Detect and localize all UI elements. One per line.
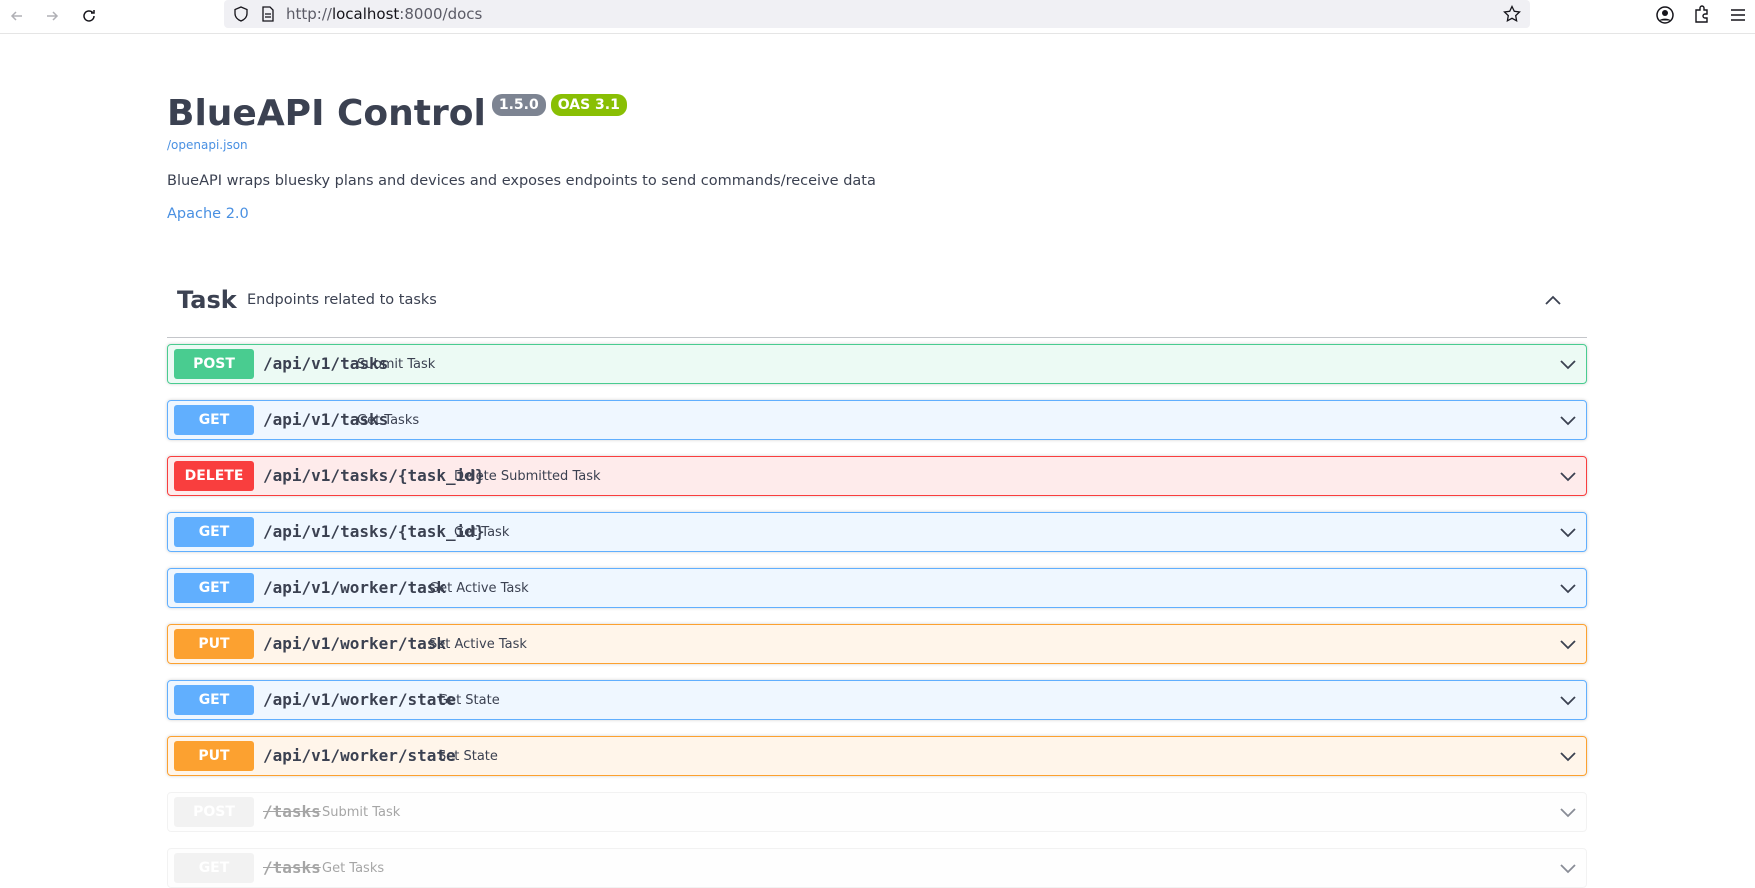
- chevron-down-icon[interactable]: [1558, 858, 1578, 878]
- menu-icon[interactable]: [1727, 4, 1749, 26]
- operation-put-row[interactable]: PUT/api/v1/worker/task Set Active Task: [167, 624, 1587, 664]
- chevron-up-icon[interactable]: [1543, 290, 1563, 310]
- forward-button[interactable]: [38, 2, 66, 30]
- account-icon[interactable]: [1654, 4, 1676, 26]
- operation-get-row[interactable]: GET/api/v1/worker/task Get Active Task: [167, 568, 1587, 608]
- operation-summary: Get Task: [454, 525, 510, 540]
- extensions-icon[interactable]: [1690, 4, 1712, 26]
- method-badge: GET: [174, 405, 254, 435]
- reload-button[interactable]: [75, 2, 103, 30]
- operation-summary: Get Tasks: [322, 861, 385, 876]
- method-badge: PUT: [174, 741, 254, 771]
- operation-summary: Delete Submitted Task: [454, 469, 601, 484]
- chevron-down-icon[interactable]: [1558, 578, 1578, 598]
- oas-badge: OAS 3.1: [550, 94, 627, 116]
- operation-post-row[interactable]: POST/tasks Submit Task: [167, 792, 1587, 832]
- api-title: BlueAPI Control: [167, 93, 486, 134]
- shield-icon[interactable]: [232, 5, 250, 23]
- operation-get-row[interactable]: GET/api/v1/tasks/{task_id} Get Task: [167, 512, 1587, 552]
- operation-path: /api/v1/worker/task: [263, 578, 447, 597]
- chevron-down-icon[interactable]: [1558, 410, 1578, 430]
- method-badge: POST: [174, 349, 254, 379]
- back-button[interactable]: [3, 2, 31, 30]
- operation-summary: Submit Task: [357, 357, 436, 372]
- method-badge: GET: [174, 853, 254, 883]
- operation-get-row[interactable]: GET/api/v1/worker/state Get State: [167, 680, 1587, 720]
- chevron-down-icon[interactable]: [1558, 522, 1578, 542]
- url-rest: :8000/docs: [399, 5, 483, 23]
- operation-path: /api/v1/worker/state: [263, 690, 456, 709]
- operation-path: /api/v1/worker/state: [263, 746, 456, 765]
- tag-description: Endpoints related to tasks: [247, 292, 437, 308]
- chevron-down-icon[interactable]: [1558, 690, 1578, 710]
- operation-summary: Set Active Task: [429, 637, 527, 652]
- operation-delete-row[interactable]: DELETE/api/v1/tasks/{task_id} Delete Subm…: [167, 456, 1587, 496]
- reload-icon: [83, 10, 95, 22]
- operation-summary: Submit Task: [322, 805, 401, 820]
- forward-arrow-icon: [47, 11, 59, 21]
- chevron-down-icon[interactable]: [1558, 802, 1578, 822]
- tag-section-task[interactable]: Task Endpoints related to tasks: [167, 284, 1587, 338]
- operation-get-row[interactable]: GET/api/v1/tasks Get Tasks: [167, 400, 1587, 440]
- method-badge: GET: [174, 517, 254, 547]
- operation-get-row[interactable]: GET/tasks Get Tasks: [167, 848, 1587, 888]
- operation-summary: Get State: [438, 693, 500, 708]
- browser-toolbar: http://localhost:8000/docs: [0, 0, 1755, 34]
- operation-path: /tasks: [263, 802, 321, 821]
- license-link[interactable]: Apache 2.0: [167, 206, 249, 222]
- page-icon[interactable]: [259, 5, 277, 23]
- method-badge: GET: [174, 685, 254, 715]
- chevron-down-icon[interactable]: [1558, 634, 1578, 654]
- api-description: BlueAPI wraps bluesky plans and devices …: [167, 173, 876, 189]
- method-badge: DELETE: [174, 461, 254, 491]
- chevron-down-icon[interactable]: [1558, 746, 1578, 766]
- method-badge: POST: [174, 797, 254, 827]
- url-host: localhost: [331, 5, 400, 23]
- chevron-down-icon[interactable]: [1558, 466, 1578, 486]
- openapi-json-link[interactable]: /openapi.json: [167, 138, 248, 152]
- operation-path: /tasks: [263, 858, 321, 877]
- operation-summary: Get Active Task: [429, 581, 529, 596]
- operation-put-row[interactable]: PUT/api/v1/worker/state Set State: [167, 736, 1587, 776]
- url-prefix: http://: [286, 5, 332, 23]
- url-text[interactable]: http://localhost:8000/docs: [286, 5, 482, 23]
- version-badge: 1.5.0: [491, 94, 546, 116]
- method-badge: PUT: [174, 629, 254, 659]
- operation-path: /api/v1/tasks/{task_id}: [263, 466, 485, 485]
- method-badge: GET: [174, 573, 254, 603]
- operation-summary: Get Tasks: [357, 413, 420, 428]
- operation-path: /api/v1/tasks/{task_id}: [263, 522, 485, 541]
- tag-name[interactable]: Task: [177, 284, 237, 316]
- operation-post-row[interactable]: POST/api/v1/tasks Submit Task: [167, 344, 1587, 384]
- operation-path: /api/v1/worker/task: [263, 634, 447, 653]
- bookmark-star-icon[interactable]: [1502, 4, 1522, 24]
- address-bar[interactable]: http://localhost:8000/docs: [224, 0, 1530, 28]
- operation-summary: Set State: [438, 749, 498, 764]
- info-title-row: BlueAPI Control 1.5.0 OAS 3.1: [167, 90, 627, 138]
- chevron-down-icon[interactable]: [1558, 354, 1578, 374]
- back-arrow-icon: [10, 11, 22, 21]
